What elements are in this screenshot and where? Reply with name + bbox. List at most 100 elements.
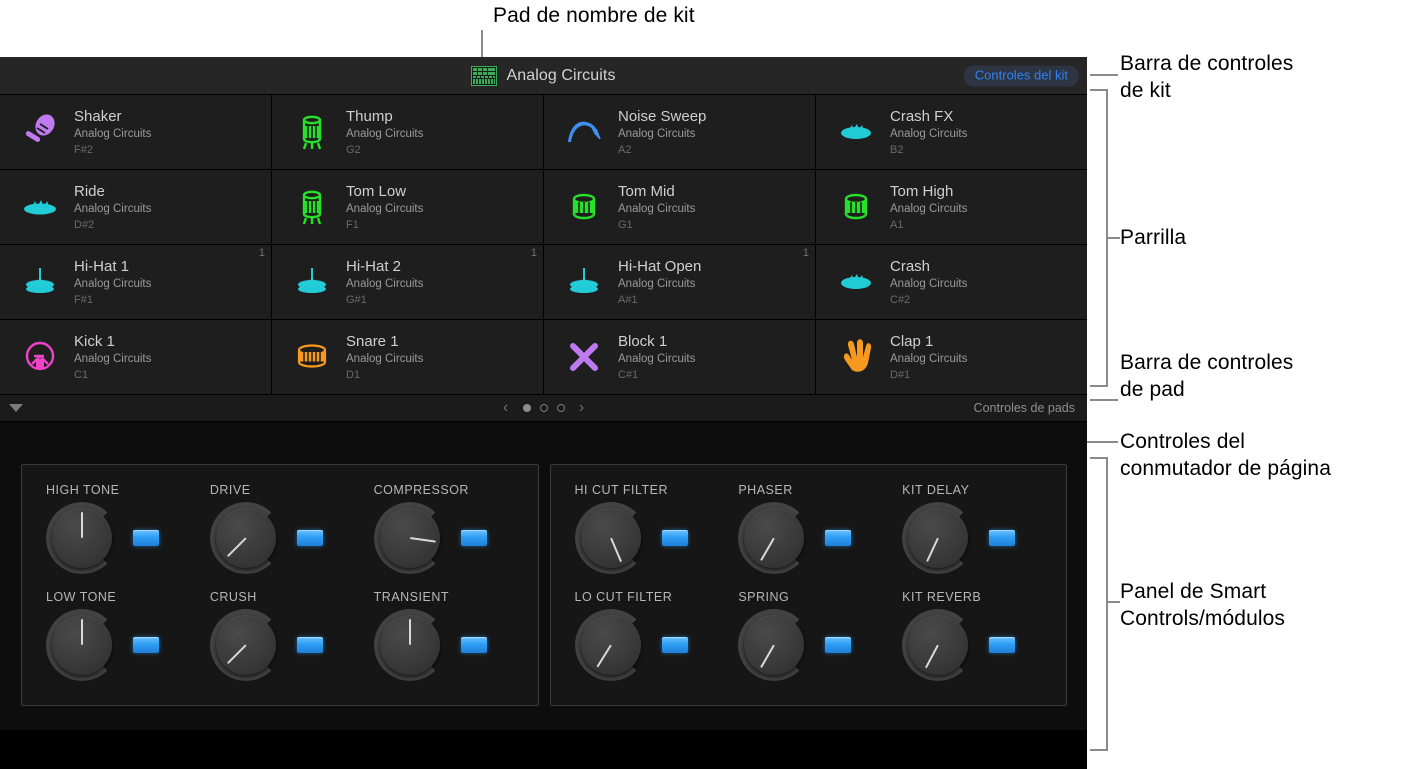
smart-control-label: HIGH TONE [46,483,120,497]
previous-page-button[interactable]: ‹ [500,400,512,416]
smart-control-led-button[interactable] [133,637,159,653]
smart-control-cell: HIGH TONE [34,483,198,584]
pad-controls-button[interactable]: Controles de pads [974,401,1075,415]
pad-cell[interactable]: Block 1 Analog Circuits C#1 [544,320,815,394]
snare-icon [288,335,336,379]
knob[interactable] [209,502,282,574]
pad-cell[interactable]: Snare 1 Analog Circuits D1 [272,320,543,394]
pad-cell[interactable]: Shaker Analog Circuits F#2 [0,95,271,169]
smart-control-led-button[interactable] [296,530,323,546]
smart-control-led-button[interactable] [825,530,852,546]
pad-cell[interactable]: Hi-Hat 1 Analog Circuits F#1 1 [0,245,271,319]
pad-cell[interactable]: Tom High Analog Circuits A1 [816,170,1087,244]
smart-control-cell: KIT DELAY [890,483,1054,584]
pad-kit-label: Analog Circuits [346,352,424,365]
pad-cell[interactable]: Noise Sweep Analog Circuits A2 [544,95,815,169]
smart-control-led-button[interactable] [460,530,487,546]
smart-control-led-button[interactable] [989,637,1016,653]
knob[interactable] [574,609,647,681]
pad-note-label: D#2 [74,218,95,231]
kit-name-label: Analog Circuits [506,66,616,84]
pad-name-label: Thump [346,107,393,125]
disclosure-triangle-icon[interactable] [9,404,23,412]
knob[interactable] [738,609,811,681]
page-dot[interactable] [539,404,548,412]
knob[interactable] [46,609,118,681]
smart-control-row [574,609,727,681]
pad-note-label: F#1 [74,293,93,306]
pad-text-block: Noise Sweep Analog Circuits A2 [618,108,706,157]
next-page-button[interactable]: › [576,400,588,416]
smart-control-led-button[interactable] [296,637,323,653]
smart-control-cell: SPRING [726,590,890,691]
leader-pad-control-bar [1090,399,1118,401]
hihat-icon [560,260,608,304]
kit-controls-button[interactable]: Controles del kit [963,65,1079,86]
pad-name-label: Noise Sweep [618,107,707,125]
pad-cell[interactable]: Ride Analog Circuits D#2 [0,170,271,244]
pad-cell[interactable]: Clap 1 Analog Circuits D#1 [816,320,1087,394]
annotation-pad-control-bar: Barra de controles de pad [1120,351,1294,401]
pad-name-label: Hi-Hat Open [618,257,702,275]
pad-cell[interactable]: Tom Low Analog Circuits F1 [272,170,543,244]
kit-name-pad[interactable]: Analog Circuits [471,65,616,86]
pad-cell[interactable]: Hi-Hat Open Analog Circuits A#1 1 [544,245,815,319]
smart-control-led-button[interactable] [661,530,688,546]
smart-control-label: HI CUT FILTER [574,483,669,497]
smart-control-label: SPRING [738,590,790,604]
shaker-icon [16,110,64,154]
pad-note-label: G#1 [346,293,367,306]
knob[interactable] [738,502,811,574]
tom-icon [832,185,880,229]
pad-cell[interactable]: Thump Analog Circuits G2 [272,95,543,169]
page-dot[interactable] [556,404,565,412]
pad-cell[interactable]: Kick 1 Analog Circuits C1 [0,320,271,394]
pad-note-label: D#1 [890,368,911,381]
leader-kit-name-pad [481,30,483,58]
smart-control-led-button[interactable] [460,637,487,653]
smart-control-row [902,609,1054,681]
kick-icon [16,335,64,379]
pad-name-label: Ride [74,182,105,200]
drum-machine-designer-window: Analog Circuits Controles del kit Shaker… [0,57,1087,769]
smart-control-row [373,502,526,574]
smart-control-led-button[interactable] [133,530,159,546]
pad-kit-label: Analog Circuits [890,277,968,290]
smart-control-row [46,609,198,681]
pad-name-label: Crash FX [890,107,954,125]
pad-grid: Shaker Analog Circuits F#2 Thump Analog Cir… [0,95,1087,394]
smart-control-led-button[interactable] [825,637,852,653]
knob[interactable] [373,609,446,681]
smart-control-cell: KIT REVERB [890,590,1054,691]
page-indicator-dots [522,404,565,412]
pad-text-block: Crash FX Analog Circuits B2 [890,108,967,157]
crash-flat-icon [832,260,880,304]
knob[interactable] [209,609,282,681]
pad-name-label: Shaker [74,107,122,125]
knob[interactable] [46,502,118,574]
pad-cell[interactable]: Tom Mid Analog Circuits G1 [544,170,815,244]
pad-cell[interactable]: Hi-Hat 2 Analog Circuits G#1 1 [272,245,543,319]
knob[interactable] [574,502,647,574]
pad-kit-label: Analog Circuits [890,352,968,365]
smart-control-led-button[interactable] [661,637,688,653]
smart-control-led-button[interactable] [989,530,1016,546]
smart-control-label: DRIVE [209,483,251,497]
pad-name-label: Tom High [890,182,954,200]
leader-kit-control-bar [1090,74,1118,76]
pad-note-label: G2 [346,143,361,156]
smart-controls-module: HIGH TONE DRIVE COMPRESSOR LOW TONE CRUSH TRA… [21,464,539,706]
pad-cell[interactable]: Crash FX Analog Circuits B2 [816,95,1087,169]
tom-tall-icon [288,185,336,229]
smart-control-row [738,609,890,681]
pad-name-label: Hi-Hat 1 [74,257,130,275]
smart-control-cell: LO CUT FILTER [563,590,727,691]
smart-control-cell: CRUSH [198,590,362,691]
knob[interactable] [902,502,975,574]
pad-cell[interactable]: Crash Analog Circuits C#2 [816,245,1087,319]
knob[interactable] [902,609,975,681]
pad-text-block: Shaker Analog Circuits F#2 [74,108,151,157]
pad-name-label: Crash [890,257,931,275]
page-dot[interactable] [522,404,531,412]
knob[interactable] [373,502,446,574]
